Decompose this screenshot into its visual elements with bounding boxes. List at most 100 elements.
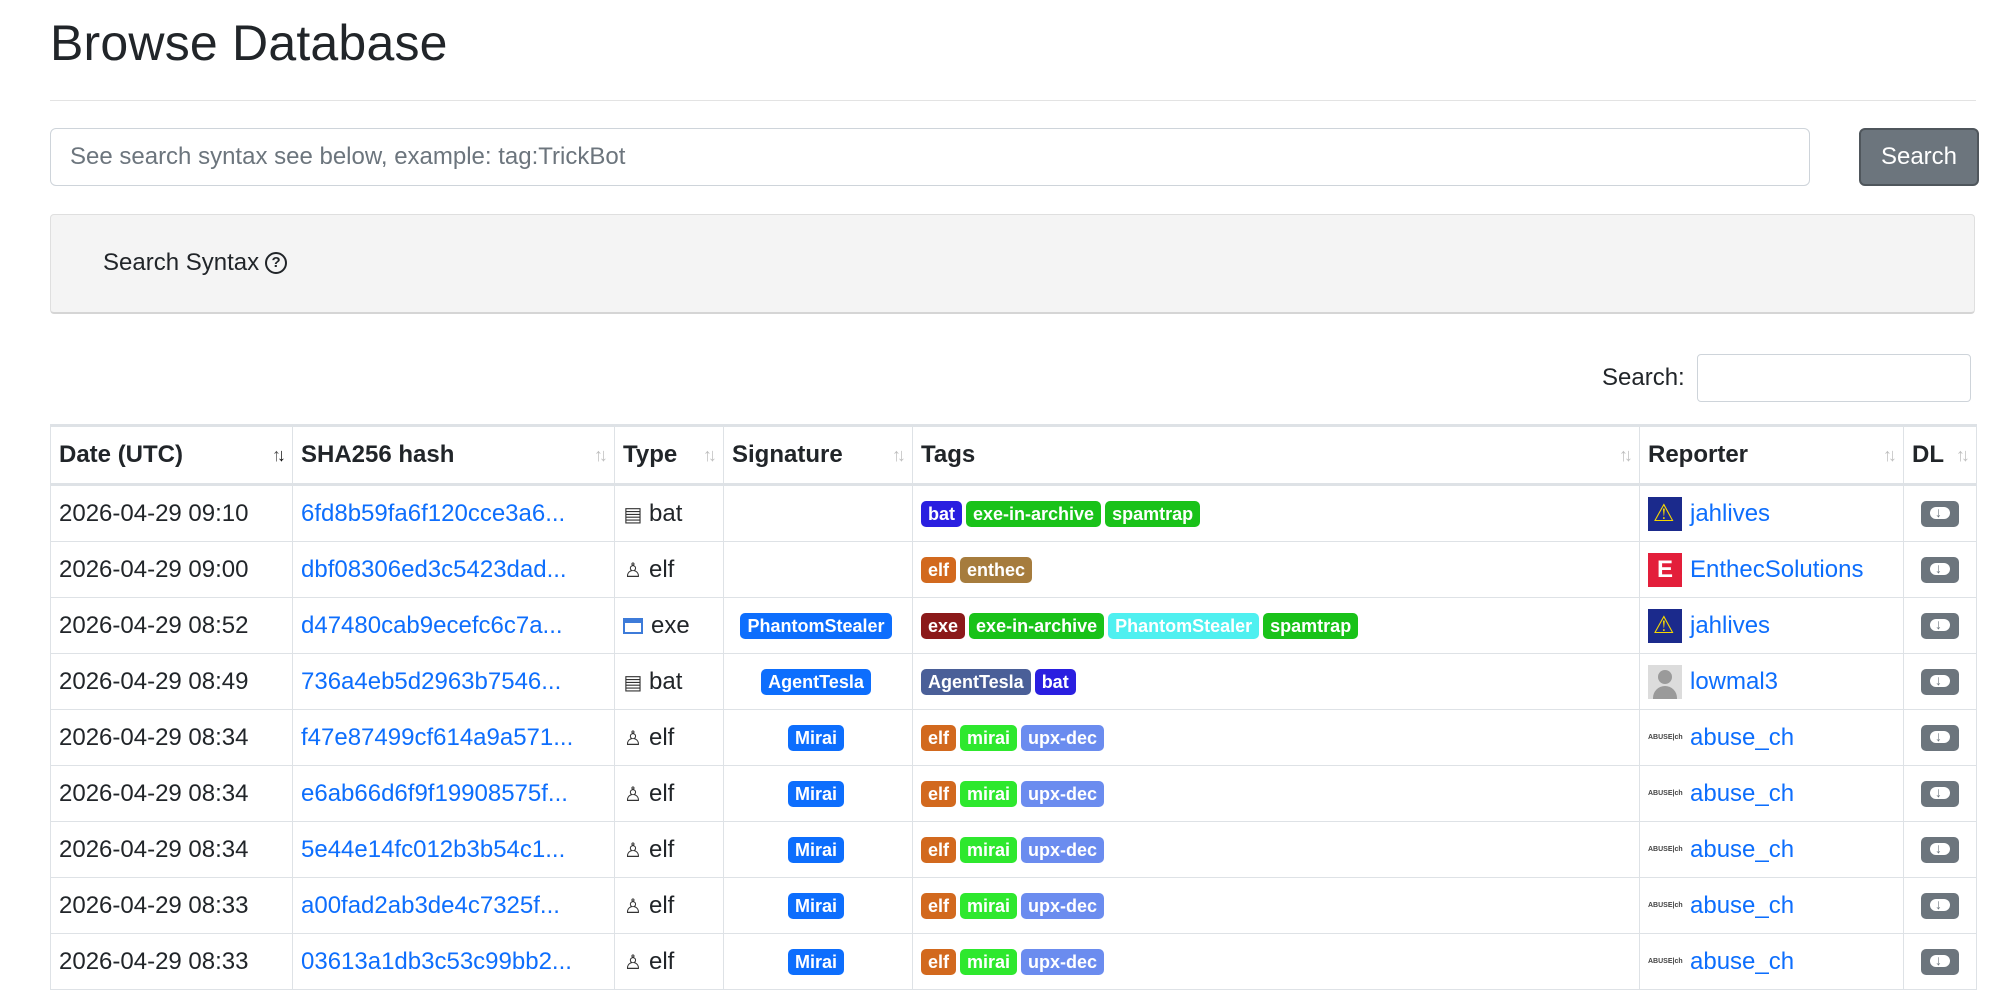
tag-badge[interactable]: bat — [921, 501, 962, 528]
tag-badge[interactable]: mirai — [960, 949, 1018, 976]
sha256-link[interactable]: 736a4eb5d2963b7546... — [301, 668, 561, 695]
tag-badge[interactable]: elf — [921, 725, 957, 752]
tag-badge[interactable]: enthec — [960, 557, 1033, 584]
date-cell: 2026-04-29 08:33 — [50, 877, 293, 934]
dl-cell — [1903, 541, 1977, 598]
date-cell: 2026-04-29 09:00 — [50, 541, 293, 598]
search-input[interactable] — [50, 128, 1810, 186]
tag-badge[interactable]: mirai — [960, 893, 1018, 920]
tag-badge[interactable]: upx-dec — [1021, 893, 1105, 920]
tag-badge[interactable]: mirai — [960, 837, 1018, 864]
tag-badge[interactable]: upx-dec — [1021, 781, 1105, 808]
reporter-link[interactable]: abuse_ch — [1690, 948, 1794, 976]
cloud-download-icon[interactable] — [1921, 949, 1959, 976]
reporter-link[interactable]: jahlives — [1690, 612, 1770, 640]
dl-cell — [1903, 709, 1977, 766]
cloud-download-icon[interactable] — [1921, 781, 1959, 808]
reporter-cell: ABUSE|ch abuse_ch — [1639, 709, 1904, 766]
tag-badge[interactable]: bat — [1034, 669, 1076, 696]
signature-badge[interactable]: Mirai — [787, 725, 844, 752]
tag-badge[interactable]: elf — [921, 837, 957, 864]
signature-badge[interactable]: Mirai — [787, 837, 844, 864]
cloud-download-icon[interactable] — [1921, 669, 1959, 696]
column-header-dl[interactable]: DL ↑↓ — [1903, 424, 1977, 486]
date-cell: 2026-04-29 08:33 — [50, 933, 293, 990]
signature-cell: AgentTesla — [723, 653, 913, 710]
tags-cell: AgentTesla bat — [912, 653, 1640, 710]
column-header-tags[interactable]: Tags ↑↓ — [912, 424, 1640, 486]
sha256-link[interactable]: e6ab66d6f9f19908575f... — [301, 780, 568, 807]
sha256-link[interactable]: f47e87499cf614a9a571... — [301, 724, 573, 751]
divider — [50, 100, 1976, 101]
signature-badge[interactable]: Mirai — [787, 893, 844, 920]
tag-badge[interactable]: elf — [921, 557, 957, 584]
sha256-link[interactable]: 03613a1db3c53c99bb2... — [301, 948, 572, 975]
sha256-link[interactable]: 5e44e14fc012b3b54c1... — [301, 836, 565, 863]
cloud-download-icon[interactable] — [1921, 837, 1959, 864]
bat-file-icon: ▤ — [623, 671, 643, 694]
tag-badge[interactable]: spamtrap — [1263, 613, 1359, 640]
reporter-cell: lowmal3 — [1639, 653, 1904, 710]
tags-cell: exe exe-in-archive PhantomStealer spamtrap — [912, 597, 1640, 654]
signature-badge[interactable]: Mirai — [787, 781, 844, 808]
sha256-link[interactable]: d47480cab9ecefc6c7a... — [301, 612, 563, 639]
tag-badge[interactable]: exe-in-archive — [969, 613, 1105, 640]
signature-badge[interactable]: PhantomStealer — [740, 613, 892, 640]
window-icon — [623, 618, 643, 635]
sha256-link[interactable]: dbf08306ed3c5423dad... — [301, 556, 567, 583]
hash-cell: dbf08306ed3c5423dad... — [292, 541, 615, 598]
cloud-download-icon[interactable] — [1921, 501, 1959, 528]
column-header-hash[interactable]: SHA256 hash ↑↓ — [292, 424, 615, 486]
search-syntax-toggle[interactable]: Search Syntax ? — [103, 249, 288, 277]
sha256-link[interactable]: 6fd8b59fa6f120cce3a6... — [301, 500, 565, 527]
reporter-link[interactable]: abuse_ch — [1690, 780, 1794, 808]
tag-badge[interactable]: AgentTesla — [921, 669, 1031, 696]
cloud-download-icon[interactable] — [1921, 893, 1959, 920]
linux-penguin-icon: ♙ — [624, 951, 642, 974]
tag-badge[interactable]: exe-in-archive — [966, 501, 1102, 528]
linux-penguin-icon: ♙ — [624, 839, 642, 862]
table-filter-label: Search: — [1602, 364, 1685, 391]
tags-cell: elf mirai upx-dec — [912, 821, 1640, 878]
cloud-download-icon[interactable] — [1921, 725, 1959, 752]
cloud-download-icon[interactable] — [1921, 557, 1959, 584]
column-header-signature[interactable]: Signature ↑↓ — [723, 424, 913, 486]
signature-cell: Mirai — [723, 765, 913, 822]
tag-badge[interactable]: elf — [921, 781, 957, 808]
reporter-link[interactable]: jahlives — [1690, 500, 1770, 528]
tag-badge[interactable]: upx-dec — [1021, 725, 1105, 752]
tag-badge[interactable]: mirai — [960, 781, 1018, 808]
tag-badge[interactable]: upx-dec — [1021, 949, 1105, 976]
signature-badge[interactable]: AgentTesla — [761, 669, 871, 696]
signature-badge[interactable]: Mirai — [787, 949, 844, 976]
tag-badge[interactable]: upx-dec — [1021, 837, 1105, 864]
linux-penguin-icon: ♙ — [624, 895, 642, 918]
reporter-avatar: ABUSE|ch — [1648, 789, 1683, 797]
tag-badge[interactable]: mirai — [960, 725, 1018, 752]
column-header-date[interactable]: Date (UTC) ↑↓ — [50, 424, 293, 486]
page-title: Browse Database — [50, 15, 448, 71]
reporter-cell: ABUSE|ch abuse_ch — [1639, 765, 1904, 822]
column-header-type[interactable]: Type ↑↓ — [614, 424, 724, 486]
reporter-link[interactable]: lowmal3 — [1690, 668, 1778, 696]
sha256-link[interactable]: a00fad2ab3de4c7325f... — [301, 892, 560, 919]
column-header-reporter[interactable]: Reporter ↑↓ — [1639, 424, 1904, 486]
type-label: elf — [649, 779, 675, 807]
search-button[interactable]: Search — [1859, 128, 1979, 186]
reporter-link[interactable]: EnthecSolutions — [1690, 556, 1863, 584]
reporter-link[interactable]: abuse_ch — [1690, 892, 1794, 920]
date-cell: 2026-04-29 08:52 — [50, 597, 293, 654]
tag-badge[interactable]: elf — [921, 893, 957, 920]
type-cell: ▤ bat — [614, 653, 724, 710]
search-syntax-label: Search Syntax — [103, 249, 260, 276]
reporter-link[interactable]: abuse_ch — [1690, 836, 1794, 864]
cloud-download-icon[interactable] — [1921, 613, 1959, 640]
reporter-link[interactable]: abuse_ch — [1690, 724, 1794, 752]
hash-cell: d47480cab9ecefc6c7a... — [292, 597, 615, 654]
tag-badge[interactable]: spamtrap — [1105, 501, 1201, 528]
table-filter-input[interactable] — [1696, 354, 1971, 402]
signature-cell: Mirai — [723, 877, 913, 934]
tag-badge[interactable]: PhantomStealer — [1108, 613, 1260, 640]
tag-badge[interactable]: elf — [921, 949, 957, 976]
tag-badge[interactable]: exe — [921, 613, 966, 640]
